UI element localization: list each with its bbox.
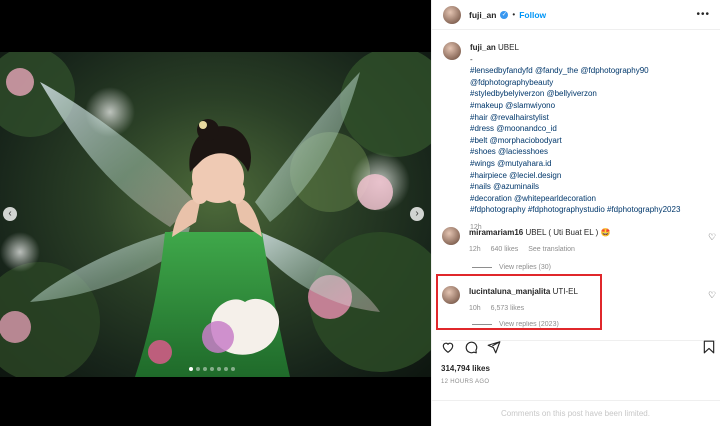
post-timestamp: 12 HOURS AGO [441, 379, 490, 385]
like-comment-heart-icon[interactable]: ♡ [708, 232, 716, 243]
caption-line[interactable]: @fdphotographybeauty [470, 77, 680, 89]
bookmark-icon[interactable] [702, 340, 716, 354]
comment-icon[interactable] [464, 340, 478, 354]
caption-line[interactable]: #fdphotography #fdphotographystudio #fdp… [470, 204, 680, 216]
caption-line[interactable]: #lensedbyfandyfd @fandy_the @fdphotograp… [470, 65, 680, 77]
comment-likes[interactable]: 640 likes [491, 246, 519, 253]
carousel-dot [203, 367, 207, 371]
caption-line[interactable]: #wings @mutyahara.id [470, 158, 680, 170]
caption-dash: - [470, 54, 473, 64]
carousel-dot-active [189, 367, 193, 371]
post-actions [441, 340, 501, 354]
share-icon[interactable] [487, 340, 501, 354]
carousel-dots [189, 367, 235, 371]
caption-line[interactable]: #belt @morphaciobodyart [470, 135, 680, 147]
verified-badge-icon: ✓ [500, 10, 509, 19]
see-translation-link[interactable]: See translation [528, 246, 575, 253]
post-header: fuji_an ✓ • Follow ••• [432, 0, 720, 30]
avatar[interactable] [443, 5, 461, 24]
caption-line[interactable]: #dress @moonandco_id [470, 123, 680, 135]
comments-limited-notice: Comments on this post have been limited. [431, 400, 720, 426]
carousel-dot [224, 367, 228, 371]
post-like-count[interactable]: 314,794 likes [441, 364, 490, 373]
comment-username[interactable]: miramariam16 [469, 228, 523, 237]
caption-line[interactable]: #decoration @whitepearldecoration [470, 193, 680, 205]
author-username[interactable]: fuji_an [469, 10, 496, 20]
follow-button[interactable]: Follow [519, 10, 546, 20]
caption-line[interactable]: #hair @revalhairstylist [470, 112, 680, 124]
carousel-dot [217, 367, 221, 371]
separator-dot: • [512, 10, 516, 19]
highlight-box [436, 274, 602, 330]
comment-time: 12h [469, 246, 481, 253]
comment-item: miramariam16 UBEL ( Uti Buat EL ) 🤩 12h … [442, 227, 712, 255]
view-replies-text: View replies (30) [499, 264, 552, 271]
like-comment-heart-icon[interactable]: ♡ [708, 290, 716, 301]
avatar[interactable] [443, 42, 461, 60]
post-details-panel: fuji_an ✓ • Follow ••• fuji_an UBEL - #l… [431, 0, 720, 426]
caption-line[interactable]: #shoes @laciesshoes [470, 146, 680, 158]
caption-line[interactable]: #hairpiece @leciel.design [470, 170, 680, 182]
caption-text: UBEL [498, 43, 519, 52]
view-replies-link[interactable]: View replies (30) [472, 264, 551, 271]
more-options-icon[interactable]: ••• [696, 9, 710, 20]
divider-line [472, 267, 492, 268]
heart-icon[interactable] [441, 340, 455, 354]
caption-line[interactable]: #styledbybelyiverzon @bellyiverzon [470, 88, 680, 100]
carousel-dot [196, 367, 200, 371]
carousel-dot [210, 367, 214, 371]
avatar[interactable] [442, 227, 460, 245]
media-viewer: ‹ › [0, 0, 431, 426]
comment-text: UBEL ( Uti Buat EL ) 🤩 [525, 228, 611, 237]
carousel-dot [231, 367, 235, 371]
previous-image-button[interactable]: ‹ [3, 207, 17, 221]
caption-line[interactable]: #nails @azuminails [470, 181, 680, 193]
chevron-right-icon: › [415, 208, 419, 219]
next-image-button[interactable]: › [410, 207, 424, 221]
caption-tags: #lensedbyfandyfd @fandy_the @fdphotograp… [470, 65, 680, 216]
post-caption: fuji_an UBEL - #lensedbyfandyfd @fandy_t… [443, 42, 713, 234]
post-photo [0, 52, 431, 377]
chevron-left-icon: ‹ [8, 208, 12, 219]
caption-line[interactable]: #makeup @slamwiyono [470, 100, 680, 112]
caption-username[interactable]: fuji_an [470, 43, 496, 52]
fairy-photo-illustration [0, 52, 431, 377]
